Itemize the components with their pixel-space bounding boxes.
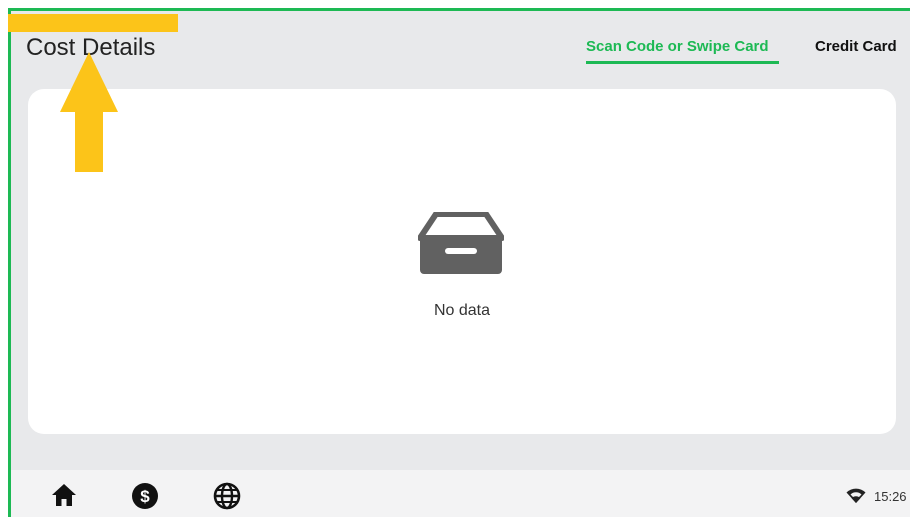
home-icon[interactable]: [51, 482, 77, 508]
globe-icon[interactable]: [213, 482, 241, 510]
arrow-up-icon: [60, 52, 118, 172]
svg-text:$: $: [140, 487, 150, 506]
dollar-icon[interactable]: $: [131, 482, 159, 510]
empty-state-text: No data: [433, 302, 491, 319]
tab-credit-card[interactable]: Credit Card: [815, 38, 897, 55]
wifi-icon: [846, 488, 866, 503]
tab-scan-code[interactable]: Scan Code or Swipe Card: [586, 38, 769, 55]
inbox-icon: [418, 212, 504, 274]
status-time: 15:26: [874, 489, 907, 504]
active-tab-underline: [586, 61, 779, 64]
highlight-bar: [8, 14, 178, 32]
